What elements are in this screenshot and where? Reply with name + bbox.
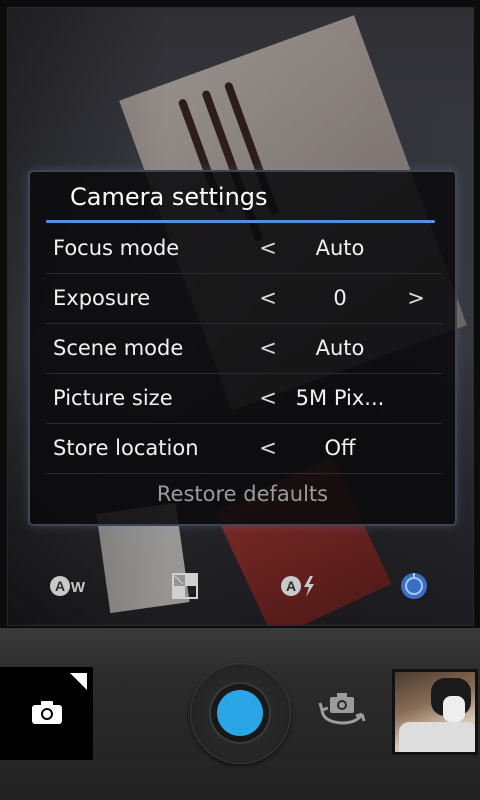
prev-value-button[interactable]: < — [258, 424, 278, 472]
svg-text:A: A — [55, 578, 65, 594]
title-divider — [46, 220, 435, 223]
camera-mode-button[interactable] — [0, 667, 93, 760]
setting-row-focus-mode[interactable]: Focus mode < Auto — [46, 224, 442, 274]
prev-value-button[interactable]: < — [258, 324, 278, 372]
setting-label: Focus mode — [53, 236, 180, 260]
settings-active-icon[interactable] — [394, 570, 434, 602]
gallery-thumbnail[interactable] — [392, 669, 478, 755]
mode-corner-indicator — [70, 673, 87, 690]
setting-value: Off — [324, 436, 356, 460]
prev-value-button[interactable]: < — [258, 374, 278, 422]
settings-list: Focus mode < Auto Exposure < 0 > Scene m… — [46, 224, 442, 474]
next-value-button[interactable]: > — [406, 274, 426, 322]
auto-flash-icon[interactable]: A — [280, 570, 320, 602]
setting-value: 5M Pix... — [295, 386, 385, 410]
camera-settings-dialog: Camera settings Focus mode < Auto Exposu… — [28, 170, 457, 526]
dialog-title: Camera settings — [70, 183, 268, 211]
restore-defaults-button[interactable]: Restore defaults — [30, 470, 455, 518]
setting-label: Scene mode — [53, 336, 184, 360]
thumbnail-image-part — [443, 696, 465, 722]
switch-camera-button[interactable] — [317, 688, 367, 730]
switch-camera-icon — [318, 693, 366, 725]
prev-value-button[interactable]: < — [258, 224, 278, 272]
camera-icon — [32, 701, 62, 724]
setting-row-picture-size[interactable]: Picture size < 5M Pix... — [46, 374, 442, 424]
setting-value: 0 — [333, 286, 347, 310]
prev-value-button[interactable]: < — [258, 274, 278, 322]
shutter-button-center[interactable] — [217, 690, 263, 736]
setting-label: Exposure — [53, 286, 151, 310]
setting-row-exposure[interactable]: Exposure < 0 > — [46, 274, 442, 324]
setting-row-store-location[interactable]: Store location < Off — [46, 424, 442, 474]
setting-label: Picture size — [53, 386, 173, 410]
setting-value: Auto — [315, 336, 365, 360]
svg-text:A: A — [286, 578, 296, 594]
auto-white-balance-icon[interactable]: A W — [49, 570, 89, 602]
color-effect-icon[interactable] — [165, 570, 205, 602]
setting-row-scene-mode[interactable]: Scene mode < Auto — [46, 324, 442, 374]
svg-text:W: W — [71, 579, 86, 596]
thumbnail-image-part — [399, 722, 475, 752]
setting-value: Auto — [315, 236, 365, 260]
setting-label: Store location — [53, 436, 199, 460]
